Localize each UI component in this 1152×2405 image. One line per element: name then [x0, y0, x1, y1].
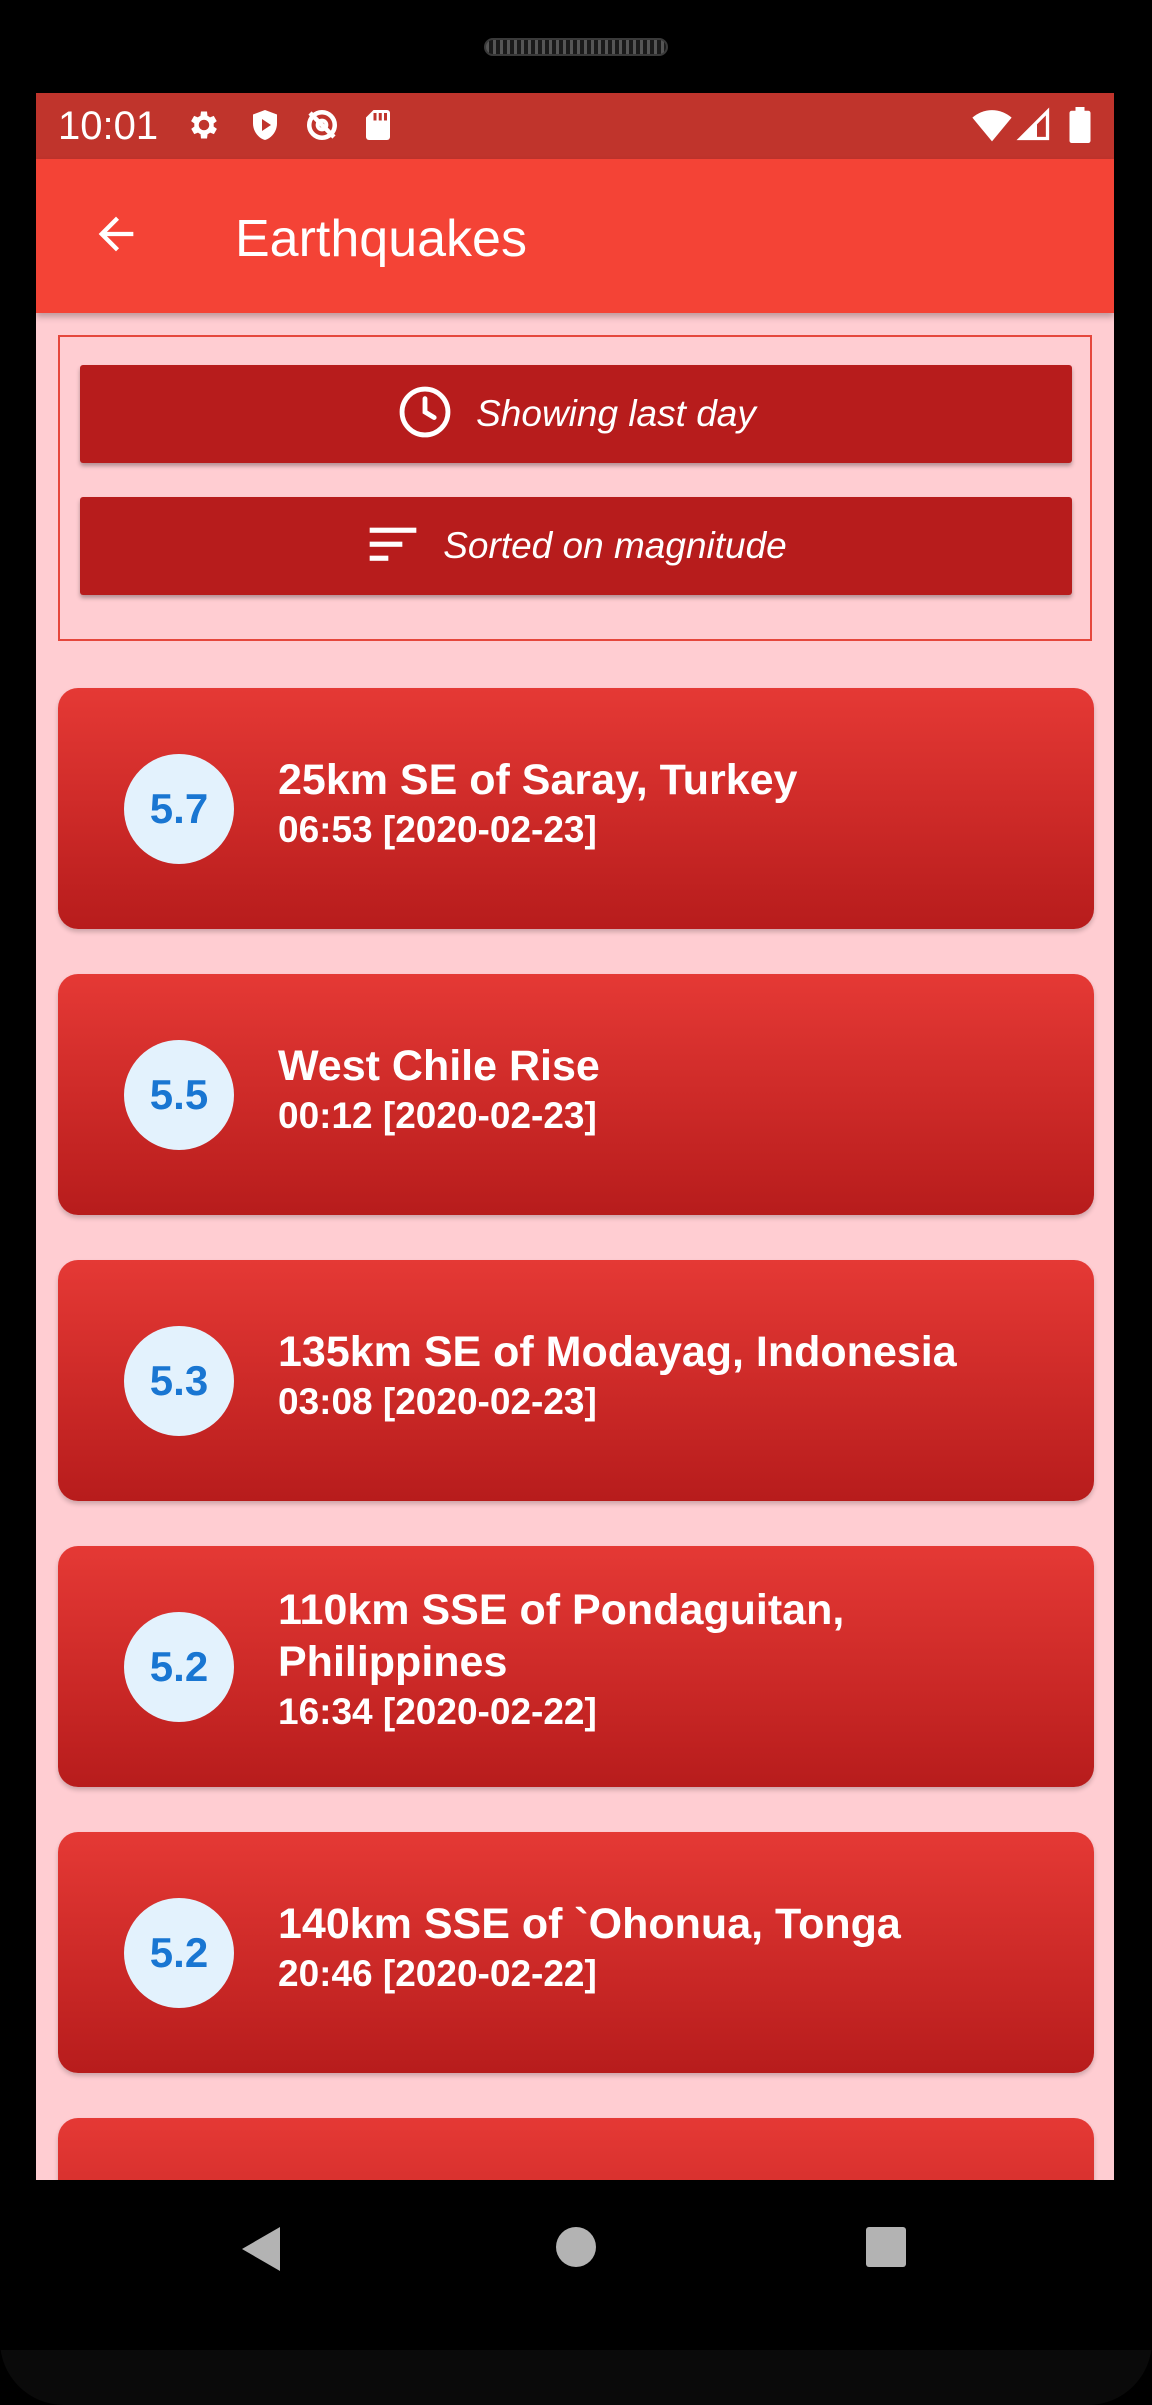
- quake-time: 06:53 [2020-02-23]: [278, 809, 597, 850]
- quake-time: 20:46 [2020-02-22]: [278, 1953, 597, 1994]
- quake-place: 25km SE of Saray, Turkey: [278, 756, 798, 804]
- recents-square-icon[interactable]: [866, 2227, 906, 2272]
- list-item[interactable]: 5.2 110km SSE of Pondaguitan, Philippine…: [58, 1546, 1094, 1787]
- no-location-icon: [304, 107, 340, 143]
- quake-time: 00:12 [2020-02-23]: [278, 1095, 597, 1136]
- magnitude-badge: 5.7: [124, 754, 234, 864]
- quake-place: West Chile Rise: [278, 1042, 600, 1090]
- phone-frame: 10:01 Earthquakes Showing last day Sorte…: [0, 0, 1152, 2405]
- page-title: Earthquakes: [235, 210, 527, 268]
- quake-time: 03:08 [2020-02-23]: [278, 1381, 597, 1422]
- sort-icon: [365, 522, 421, 571]
- magnitude-badge: 5.3: [124, 1326, 234, 1436]
- magnitude-badge: 5.2: [124, 1898, 234, 2008]
- quake-place: 135km SE of Modayag, Indonesia: [278, 1328, 957, 1376]
- list-item[interactable]: 5.3 135km SE of Modayag, Indonesia 03:08…: [58, 1260, 1094, 1501]
- time-filter-button[interactable]: Showing last day: [80, 365, 1072, 463]
- quake-info: 110km SSE of Pondaguitan, Philippines 16…: [278, 1584, 1054, 1736]
- app-bar: Earthquakes: [36, 159, 1114, 313]
- quake-info: 140km SSE of `Ohonua, Tonga 20:46 [2020-…: [278, 1898, 1054, 1998]
- quake-info: 25km SE of Saray, Turkey 06:53 [2020-02-…: [278, 754, 1054, 854]
- quake-info: 135km SE of Modayag, Indonesia 03:08 [20…: [278, 1326, 1054, 1426]
- phone-chin: [0, 2350, 1152, 2405]
- back-button[interactable]: [76, 196, 156, 276]
- list-item[interactable]: 5.5 West Chile Rise 00:12 [2020-02-23]: [58, 974, 1094, 1215]
- filter-panel: Showing last day Sorted on magnitude: [58, 335, 1092, 641]
- status-time: 10:01: [58, 104, 159, 148]
- clock-icon: [396, 383, 454, 446]
- arrow-left-icon: [90, 208, 142, 265]
- gear-icon: [186, 107, 222, 143]
- magnitude-badge: 5.5: [124, 1040, 234, 1150]
- list-item[interactable]: 5.7 25km SE of Saray, Turkey 06:53 [2020…: [58, 688, 1094, 929]
- quake-place: 140km SSE of `Ohonua, Tonga: [278, 1900, 901, 1948]
- shield-icon: [247, 107, 283, 143]
- quake-info: West Chile Rise 00:12 [2020-02-23]: [278, 1040, 1054, 1140]
- sd-card-icon: [360, 107, 396, 143]
- quake-place: 110km SSE of Pondaguitan, Philippines: [278, 1586, 845, 1686]
- screen: 10:01 Earthquakes Showing last day Sorte…: [36, 93, 1114, 2180]
- battery-icon: [1068, 107, 1104, 143]
- signal-icon: [1016, 107, 1052, 143]
- earpiece-speaker: [484, 38, 668, 56]
- system-nav-bar: [0, 2180, 1152, 2350]
- back-triangle-icon[interactable]: [240, 2225, 282, 2278]
- sort-button[interactable]: Sorted on magnitude: [80, 497, 1072, 595]
- time-filter-label: Showing last day: [476, 393, 756, 434]
- quake-time: 16:34 [2020-02-22]: [278, 1691, 597, 1732]
- wifi-icon: [972, 107, 1012, 143]
- sort-label: Sorted on magnitude: [443, 525, 787, 566]
- status-bar: 10:01: [36, 93, 1114, 159]
- list-item[interactable]: 5.2 140km SSE of `Ohonua, Tonga 20:46 [2…: [58, 1832, 1094, 2073]
- list-item-partial[interactable]: [58, 2118, 1094, 2180]
- home-circle-icon[interactable]: [555, 2226, 597, 2273]
- magnitude-badge: 5.2: [124, 1612, 234, 1722]
